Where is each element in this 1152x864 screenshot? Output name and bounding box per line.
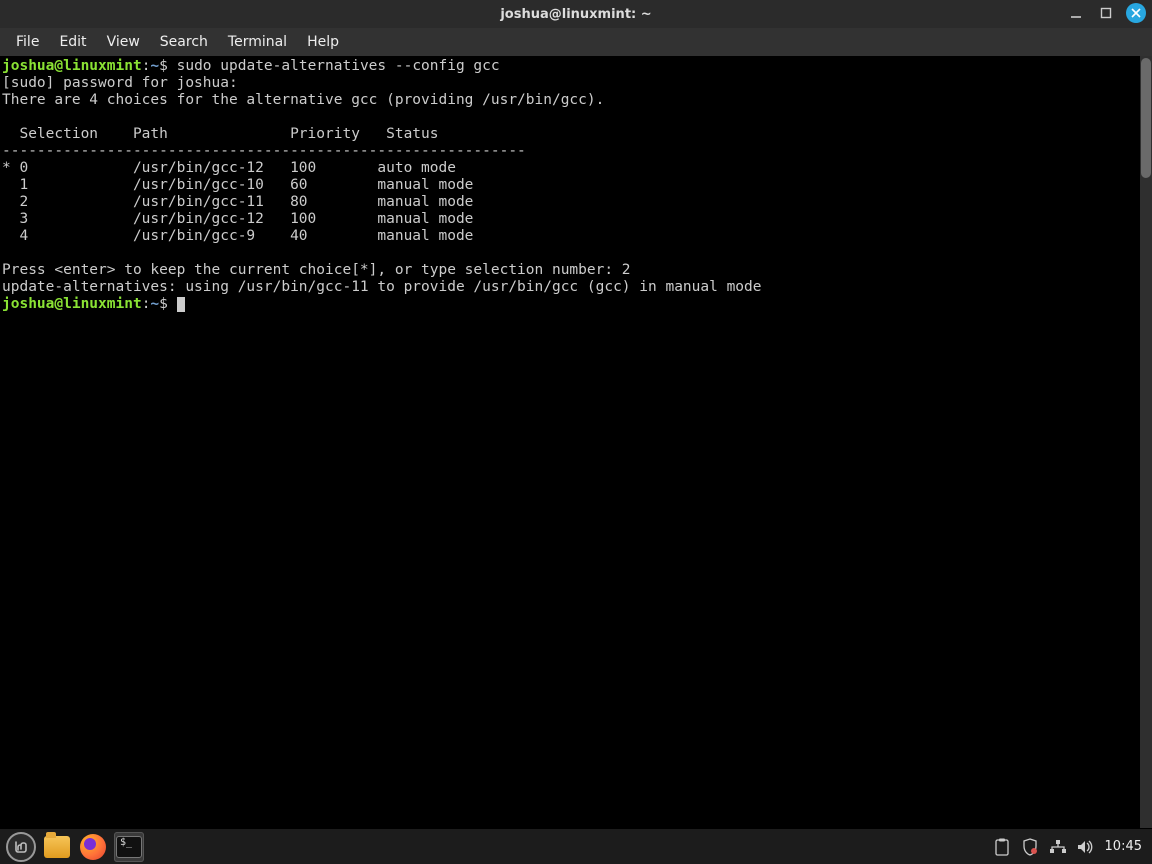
command-text: sudo update-alternatives --config gcc	[168, 58, 500, 74]
files-launcher[interactable]	[42, 832, 72, 862]
terminal-output[interactable]: joshua@linuxmint:~$ sudo update-alternat…	[0, 56, 1140, 828]
output-line: [sudo] password for joshua:	[2, 75, 246, 91]
tray-security[interactable]	[1019, 836, 1041, 858]
output-line: There are 4 choices for the alternative …	[2, 92, 604, 108]
volume-icon	[1077, 839, 1095, 855]
menu-search[interactable]: Search	[152, 32, 216, 52]
cursor-icon	[177, 297, 185, 312]
terminal-scrollbar[interactable]	[1140, 56, 1152, 828]
clipboard-icon	[994, 838, 1010, 856]
tray-volume[interactable]	[1075, 836, 1097, 858]
output-line: ----------------------------------------…	[2, 143, 526, 159]
output-line: update-alternatives: using /usr/bin/gcc-…	[2, 279, 762, 295]
table-row: 2 /usr/bin/gcc-11 80 manual mode	[2, 194, 473, 210]
terminal-icon	[116, 836, 142, 858]
terminal-launcher[interactable]	[114, 832, 144, 862]
table-row: 3 /usr/bin/gcc-12 100 manual mode	[2, 211, 473, 227]
prompt-dollar: $	[159, 58, 168, 74]
maximize-button[interactable]	[1096, 3, 1116, 23]
prompt-dollar: $	[159, 296, 168, 312]
mint-logo-icon	[6, 832, 36, 862]
folder-icon	[44, 836, 70, 858]
menu-view[interactable]: View	[99, 32, 148, 52]
scrollbar-thumb[interactable]	[1141, 58, 1151, 178]
output-line: Press <enter> to keep the current choice…	[2, 262, 631, 278]
menu-terminal[interactable]: Terminal	[220, 32, 295, 52]
menu-help[interactable]: Help	[299, 32, 347, 52]
table-row: 1 /usr/bin/gcc-10 60 manual mode	[2, 177, 473, 193]
shield-icon	[1022, 838, 1038, 856]
minimize-icon	[1070, 7, 1082, 19]
menu-file[interactable]: File	[8, 32, 47, 52]
prompt-path: ~	[150, 58, 159, 74]
menu-edit[interactable]: Edit	[51, 32, 94, 52]
firefox-icon	[80, 834, 106, 860]
menu-launcher[interactable]	[6, 832, 36, 862]
tray-updates[interactable]	[991, 836, 1013, 858]
prompt-path: ~	[150, 296, 159, 312]
taskbar-left	[6, 832, 144, 862]
window-title: joshua@linuxmint: ~	[500, 7, 651, 22]
window-controls	[1066, 3, 1146, 23]
firefox-launcher[interactable]	[78, 832, 108, 862]
prompt-user-host: joshua@linuxmint	[2, 58, 142, 74]
tray-network[interactable]	[1047, 836, 1069, 858]
window-titlebar: joshua@linuxmint: ~	[0, 0, 1152, 28]
network-icon	[1049, 839, 1067, 855]
prompt-user-host: joshua@linuxmint	[2, 296, 142, 312]
close-button[interactable]	[1126, 3, 1146, 23]
minimize-button[interactable]	[1066, 3, 1086, 23]
table-row: 4 /usr/bin/gcc-9 40 manual mode	[2, 228, 473, 244]
terminal-container: joshua@linuxmint:~$ sudo update-alternat…	[0, 56, 1152, 828]
close-icon	[1131, 8, 1141, 18]
taskbar-clock[interactable]: 10:45	[1105, 839, 1142, 854]
maximize-icon	[1100, 7, 1112, 19]
menubar: File Edit View Search Terminal Help	[0, 28, 1152, 56]
taskbar: 10:45	[0, 828, 1152, 864]
table-row: * 0 /usr/bin/gcc-12 100 auto mode	[2, 160, 456, 176]
taskbar-right: 10:45	[991, 836, 1146, 858]
output-line: Selection Path Priority Status	[2, 126, 439, 142]
